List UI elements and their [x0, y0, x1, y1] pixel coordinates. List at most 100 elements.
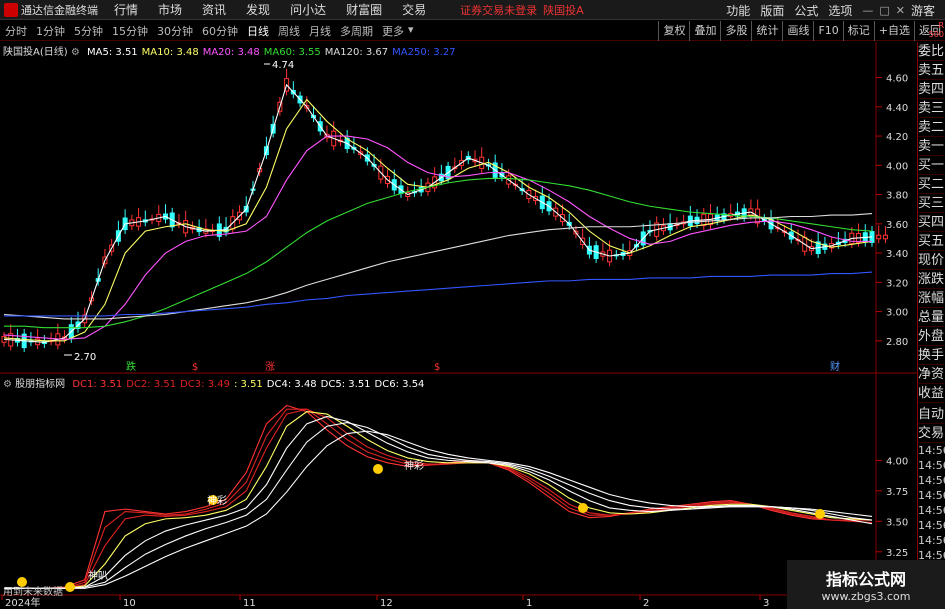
price-tick-label: 3.00: [886, 308, 908, 319]
period-weekly[interactable]: 周线: [278, 23, 300, 39]
ma-legend-item: MA5: 3.51: [87, 47, 138, 58]
menu-item-hangqing[interactable]: 行情: [114, 1, 138, 18]
tick-time: 14:56: [918, 459, 945, 472]
menu-item-gongshi[interactable]: 公式: [794, 2, 818, 19]
tick-time: 14:56: [918, 534, 945, 547]
time-tick-label: 12: [380, 598, 393, 609]
settings-gear-icon[interactable]: ⚙: [71, 47, 80, 58]
indicator-lines: [4, 404, 873, 589]
time-axis: 2024年 10 11 12 1 2 3: [1, 595, 769, 609]
price-tick-label: 3.60: [886, 220, 908, 231]
tick-time: 14:56: [918, 504, 945, 517]
tool-fuquan[interactable]: 复权: [658, 21, 689, 41]
quote-item[interactable]: 现价: [918, 251, 945, 270]
kline-panel: [0, 42, 917, 375]
price-tick-label: 4.40: [886, 103, 908, 114]
period-multi[interactable]: 多周期: [340, 23, 373, 39]
period-daily[interactable]: 日线: [247, 23, 269, 39]
tool-buttons: 复权 叠加 多股 统计 画线 F10 标记 +自选 返回: [658, 21, 945, 41]
app-window: 通达信金融终端 行情 市场 资讯 发现 问小达 财富圈 交易 证券交易未登录 陕…: [0, 0, 945, 609]
close-icon[interactable]: ✕: [896, 4, 905, 17]
indicator-gear-icon[interactable]: ⚙: [3, 379, 12, 390]
candle-body: [882, 234, 888, 240]
side-top-badge: R 500: [928, 21, 944, 39]
quote-item[interactable]: 卖五: [918, 61, 945, 80]
app-title: 通达信金融终端: [21, 3, 98, 17]
quote-item[interactable]: 委比: [918, 42, 945, 61]
period-label: (日线): [39, 47, 68, 58]
tool-biaoji[interactable]: 标记: [842, 21, 874, 41]
period-15min[interactable]: 15分钟: [112, 23, 148, 39]
minimize-icon[interactable]: —: [862, 4, 873, 17]
user-label[interactable]: 游客: [911, 2, 935, 19]
side-tabs: 自动 交易: [918, 405, 945, 443]
quote-item[interactable]: 外盘: [918, 327, 945, 346]
more-chevron-icon[interactable]: ▾: [408, 23, 414, 39]
tool-zixuan[interactable]: +自选: [873, 21, 914, 41]
low-price-label: 2.70: [74, 352, 96, 363]
indicator-tick-label: 4.00: [886, 456, 908, 467]
stock-tab[interactable]: 陕国投A: [543, 2, 584, 18]
tool-tongji[interactable]: 统计: [751, 21, 782, 41]
tool-huaxian[interactable]: 画线: [782, 21, 813, 41]
stock-name: 陕国投A: [3, 47, 40, 58]
time-tick-label: 2: [643, 598, 649, 609]
indicator-label-3: 神叭: [88, 571, 108, 582]
side-tab[interactable]: 交易: [918, 424, 945, 443]
time-tick-label: 1: [526, 598, 532, 609]
period-monthly[interactable]: 月线: [309, 23, 331, 39]
watermark-url: www.zbgs3.com: [821, 590, 911, 603]
tick-time: 14:56: [918, 444, 945, 457]
price-tick-label: 4.20: [886, 132, 908, 143]
tick-times: 14:5614:5614:5614:5614:5614:5614:5614:56…: [918, 443, 945, 578]
quote-item[interactable]: 买一: [918, 156, 945, 175]
price-tick-label: 4.60: [886, 74, 908, 85]
quote-item[interactable]: 买五: [918, 232, 945, 251]
quote-item[interactable]: 涨幅: [918, 289, 945, 308]
quote-item[interactable]: 卖二: [918, 118, 945, 137]
quote-item[interactable]: 卖四: [918, 80, 945, 99]
side-tab[interactable]: 自动: [918, 405, 945, 424]
tool-duogu[interactable]: 多股: [720, 21, 751, 41]
period-60min[interactable]: 60分钟: [202, 23, 238, 39]
quote-item[interactable]: 买四: [918, 213, 945, 232]
period-1min[interactable]: 1分钟: [36, 23, 65, 39]
quote-item[interactable]: 净资: [918, 365, 945, 384]
menu-item-xuanxiang[interactable]: 选项: [828, 2, 852, 19]
maximize-icon[interactable]: □: [879, 4, 889, 17]
period-more[interactable]: 更多: [382, 23, 404, 39]
main-chart-title: 陕国投A(日线) ⚙ MA5: 3.51 MA10: 3.48 MA20: 3.48…: [3, 43, 456, 58]
menu-item-shichang[interactable]: 市场: [158, 1, 182, 18]
quote-item[interactable]: 换手: [918, 346, 945, 365]
quote-item[interactable]: 总量: [918, 308, 945, 327]
quote-item[interactable]: 买二: [918, 175, 945, 194]
period-30min[interactable]: 30分钟: [157, 23, 193, 39]
price-tick-label: 3.20: [886, 278, 908, 289]
menu-bar: 通达信金融终端 行情 市场 资讯 发现 问小达 财富圈 交易 证券交易未登录 陕…: [0, 0, 945, 20]
menu-item-faxian[interactable]: 发现: [246, 1, 270, 18]
menu-item-banmian[interactable]: 版面: [760, 2, 784, 19]
right-menu: 功能 版面 公式 选项 — □ ✕ 游客: [726, 0, 945, 20]
price-tick-label: 4.00: [886, 161, 908, 172]
quote-item[interactable]: 涨跌: [918, 270, 945, 289]
ma-legend-item: MA60: 3.55: [263, 47, 321, 58]
menu-item-gongneng[interactable]: 功能: [726, 2, 750, 19]
quote-item[interactable]: 卖三: [918, 99, 945, 118]
login-notice[interactable]: 证券交易未登录: [460, 2, 537, 18]
menu-item-jiaoyi[interactable]: 交易: [402, 1, 426, 18]
tool-f10[interactable]: F10: [813, 21, 842, 41]
tool-diejia[interactable]: 叠加: [689, 21, 720, 41]
quote-item[interactable]: 买三: [918, 194, 945, 213]
menu-item-caifuquan[interactable]: 财富圈: [346, 1, 382, 18]
indicator-tick-label: 3.75: [886, 487, 908, 498]
quote-item[interactable]: 收益: [918, 384, 945, 403]
indicator-legend-item: DC4: 3.48: [266, 379, 317, 390]
event-marker: $: [434, 362, 440, 373]
menu-item-zixun[interactable]: 资讯: [202, 1, 226, 18]
chart-area[interactable]: 4.60 4.40 4.20 4.00 3.80 3.60 3.40 3.20 3.00 2.80…: [0, 42, 917, 609]
period-fenshi[interactable]: 分时: [5, 23, 27, 39]
quote-item[interactable]: 卖一: [918, 137, 945, 156]
menu-item-wenxiaoda[interactable]: 问小达: [290, 1, 326, 18]
period-5min[interactable]: 5分钟: [74, 23, 103, 39]
watermark-logo: 指标公式网 www.zbgs3.com: [787, 560, 945, 609]
